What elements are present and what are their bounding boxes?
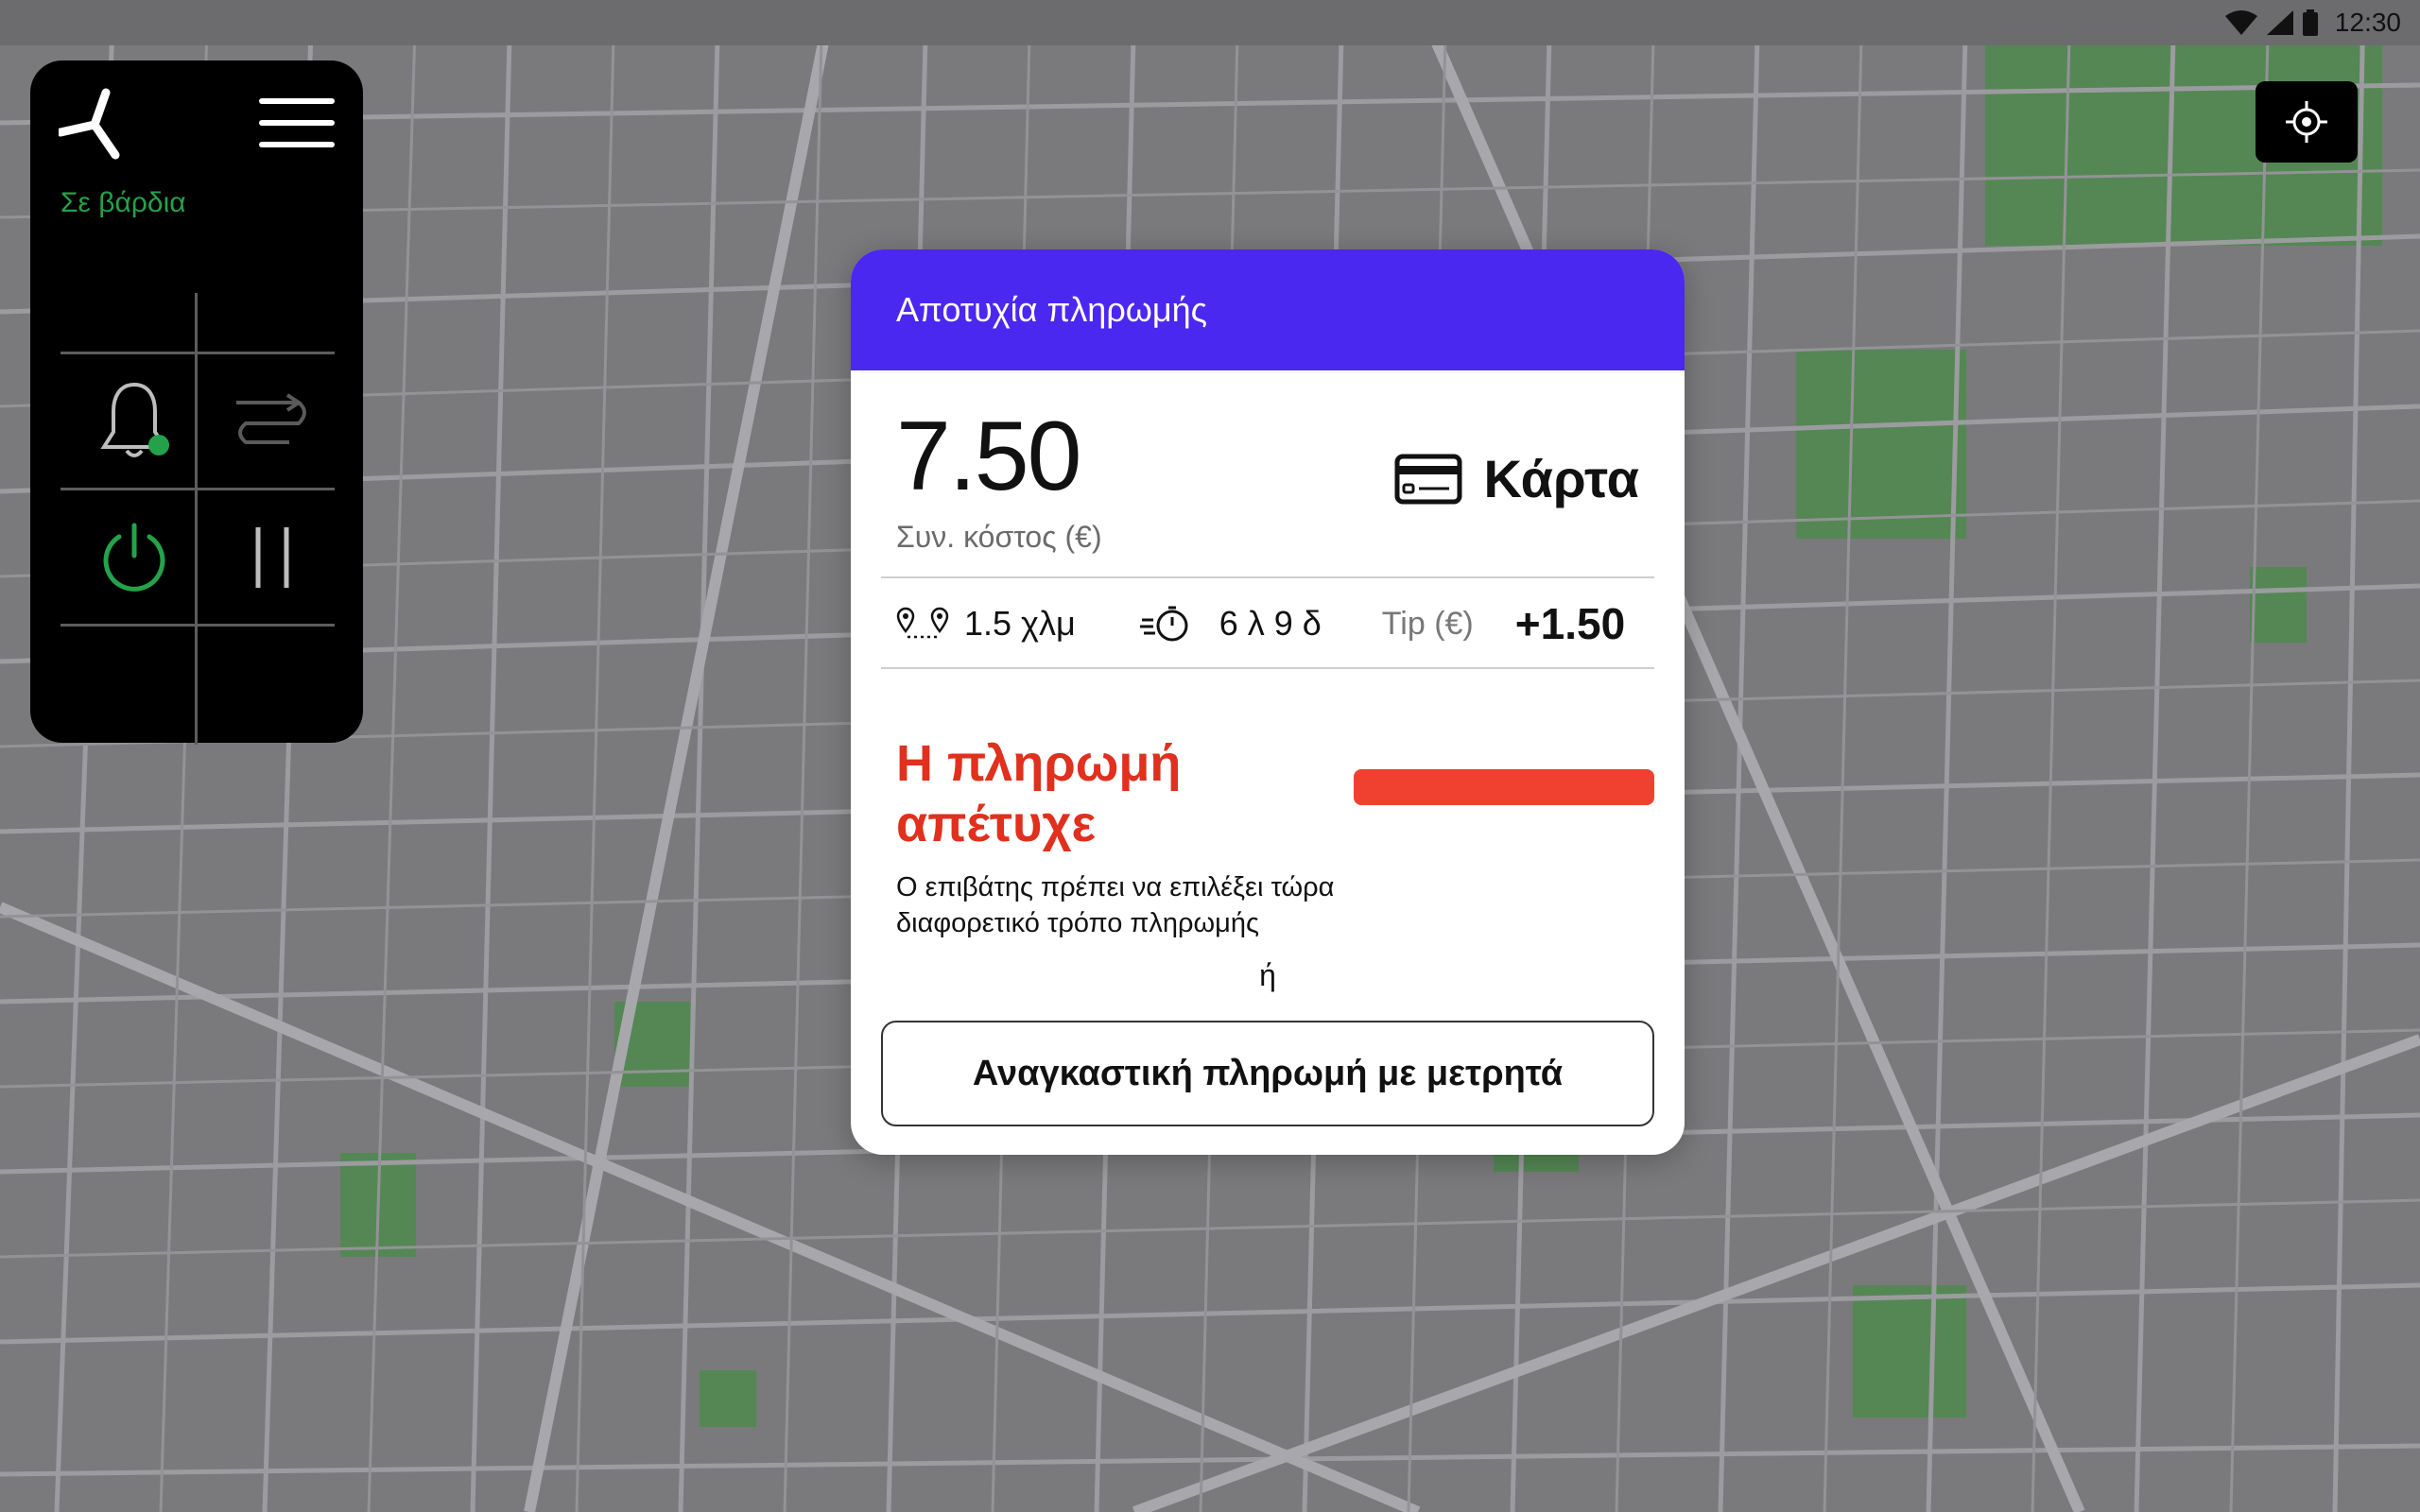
status-bar: 12:30 xyxy=(0,0,2420,45)
power-button[interactable] xyxy=(68,491,200,624)
pause-icon xyxy=(255,527,289,588)
tip-value: +1.50 xyxy=(1514,599,1626,648)
tip-stat: Tip (€) +1.50 xyxy=(1382,598,1625,649)
status-time: 12:30 xyxy=(2334,8,2401,37)
signal-icon xyxy=(2266,10,2293,35)
force-cash-payment-button[interactable]: Αναγκαστική πληρωμή με μετρητά xyxy=(881,1021,1654,1126)
menu-button[interactable] xyxy=(259,98,335,151)
trip-stats: 1.5 χλμ 6 λ 9 δ Tip (€) +1.50 xyxy=(896,578,1639,669)
wifi-icon xyxy=(2224,10,2257,35)
route-button[interactable] xyxy=(206,355,338,488)
menu-icon-bar xyxy=(259,120,335,126)
payment-failed-description: Ο επιβάτης πρέπει να επιλέξει τώρα διαφο… xyxy=(896,872,1335,938)
stopwatch-icon xyxy=(1139,606,1188,642)
distance-stat: 1.5 χλμ xyxy=(896,604,1076,644)
battery-icon xyxy=(2302,9,2318,36)
driver-control-panel: Σε βάρδια xyxy=(30,60,363,745)
power-icon xyxy=(103,523,165,592)
notifications-button[interactable] xyxy=(68,355,200,488)
shift-status-label: Σε βάρδια xyxy=(60,187,186,218)
menu-icon-bar xyxy=(259,142,335,147)
or-separator: ή xyxy=(1259,958,1276,992)
duration-value: 6 λ 9 δ xyxy=(1219,604,1322,643)
payment-failed-title: Η πληρωμή απέτυχε xyxy=(896,735,1182,852)
dialog-header: Αποτυχία πληρωμής xyxy=(851,249,1685,370)
payment-failed-dialog: Αποτυχία πληρωμής 7.50 Συν. κόστος (€) Κ… xyxy=(851,249,1685,1155)
distance-value: 1.5 χλμ xyxy=(964,604,1076,643)
grid-divider xyxy=(60,624,335,627)
pause-button[interactable] xyxy=(206,491,338,624)
status-icons: 12:30 xyxy=(2224,0,2401,45)
crosshair-icon xyxy=(2286,101,2327,143)
fare-amount: 7.50 xyxy=(896,402,1081,511)
grid-divider xyxy=(60,488,335,490)
menu-icon-bar xyxy=(259,98,335,104)
payment-method-label: Κάρτα xyxy=(1483,449,1639,508)
duration-stat: 6 λ 9 δ xyxy=(1139,604,1322,644)
dialog-title: Αποτυχία πληρωμής xyxy=(896,290,1208,329)
fare-summary: 7.50 Συν. κόστος (€) Κάρτα xyxy=(896,401,1639,561)
grid-divider xyxy=(60,352,335,354)
bell-icon xyxy=(100,382,169,457)
locate-me-button[interactable] xyxy=(2256,81,2358,163)
logo-icon xyxy=(59,88,120,160)
credit-card-icon xyxy=(1394,454,1462,504)
payment-failed-indicator xyxy=(1354,769,1654,805)
fare-label: Συν. κόστος (€) xyxy=(896,520,1102,554)
divider xyxy=(881,667,1654,669)
distance-pins-icon xyxy=(896,607,949,639)
payment-method: Κάρτα xyxy=(1394,448,1639,509)
tip-label: Tip (€) xyxy=(1381,605,1474,642)
route-icon xyxy=(236,393,306,444)
